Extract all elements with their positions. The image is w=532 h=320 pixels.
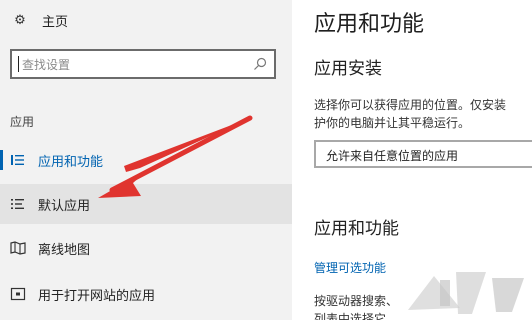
search-input[interactable] — [20, 51, 244, 79]
dropdown-selected-value: 允许来自任意位置的应用 — [326, 149, 459, 163]
sidebar-item-label: 默认应用 — [38, 198, 91, 214]
apps-description-line1: 按驱动器搜索、 — [314, 294, 399, 308]
map-icon — [10, 241, 26, 255]
app-source-dropdown[interactable]: 允许来自任意位置的应用 — [314, 140, 532, 168]
sidebar-item-offline-maps[interactable]: 离线地图 — [0, 228, 292, 268]
default-apps-icon — [11, 199, 24, 209]
section-label: 应用 — [10, 115, 35, 129]
sidebar-item-websites-apps[interactable]: 用于打开网站的应用 — [0, 274, 292, 314]
settings-sidebar: ⚙ 主页 应用 应用和功能 默认应用 — [0, 0, 292, 320]
search-icon[interactable] — [252, 56, 268, 72]
install-description-line1: 选择你可以获得应用的位置。仅安装 — [314, 98, 507, 112]
manage-optional-features-link[interactable]: 管理可选功能 — [314, 259, 386, 276]
sidebar-item-label: 应用和功能 — [38, 154, 104, 170]
home-nav-item[interactable]: ⚙ 主页 — [12, 9, 68, 31]
install-description-line2: 护你的电脑并让其平稳运行。 — [314, 116, 471, 130]
install-heading: 应用安装 — [314, 59, 382, 79]
home-label: 主页 — [42, 14, 69, 30]
apps-description-line2: 列表中选择它 — [314, 312, 387, 320]
gear-icon: ⚙ — [14, 12, 26, 28]
apps-features-heading: 应用和功能 — [314, 219, 399, 239]
list-icon — [11, 155, 24, 165]
watermark-logo — [408, 272, 524, 314]
website-app-icon — [10, 287, 26, 301]
sidebar-item-label: 用于打开网站的应用 — [38, 288, 156, 304]
sidebar-item-default-apps[interactable]: 默认应用 — [0, 184, 292, 224]
sidebar-item-label: 离线地图 — [38, 242, 91, 258]
search-box[interactable] — [10, 49, 276, 79]
sidebar-item-apps-features[interactable]: 应用和功能 — [0, 140, 292, 180]
text-caret — [18, 56, 19, 72]
page-title: 应用和功能 — [314, 12, 425, 37]
